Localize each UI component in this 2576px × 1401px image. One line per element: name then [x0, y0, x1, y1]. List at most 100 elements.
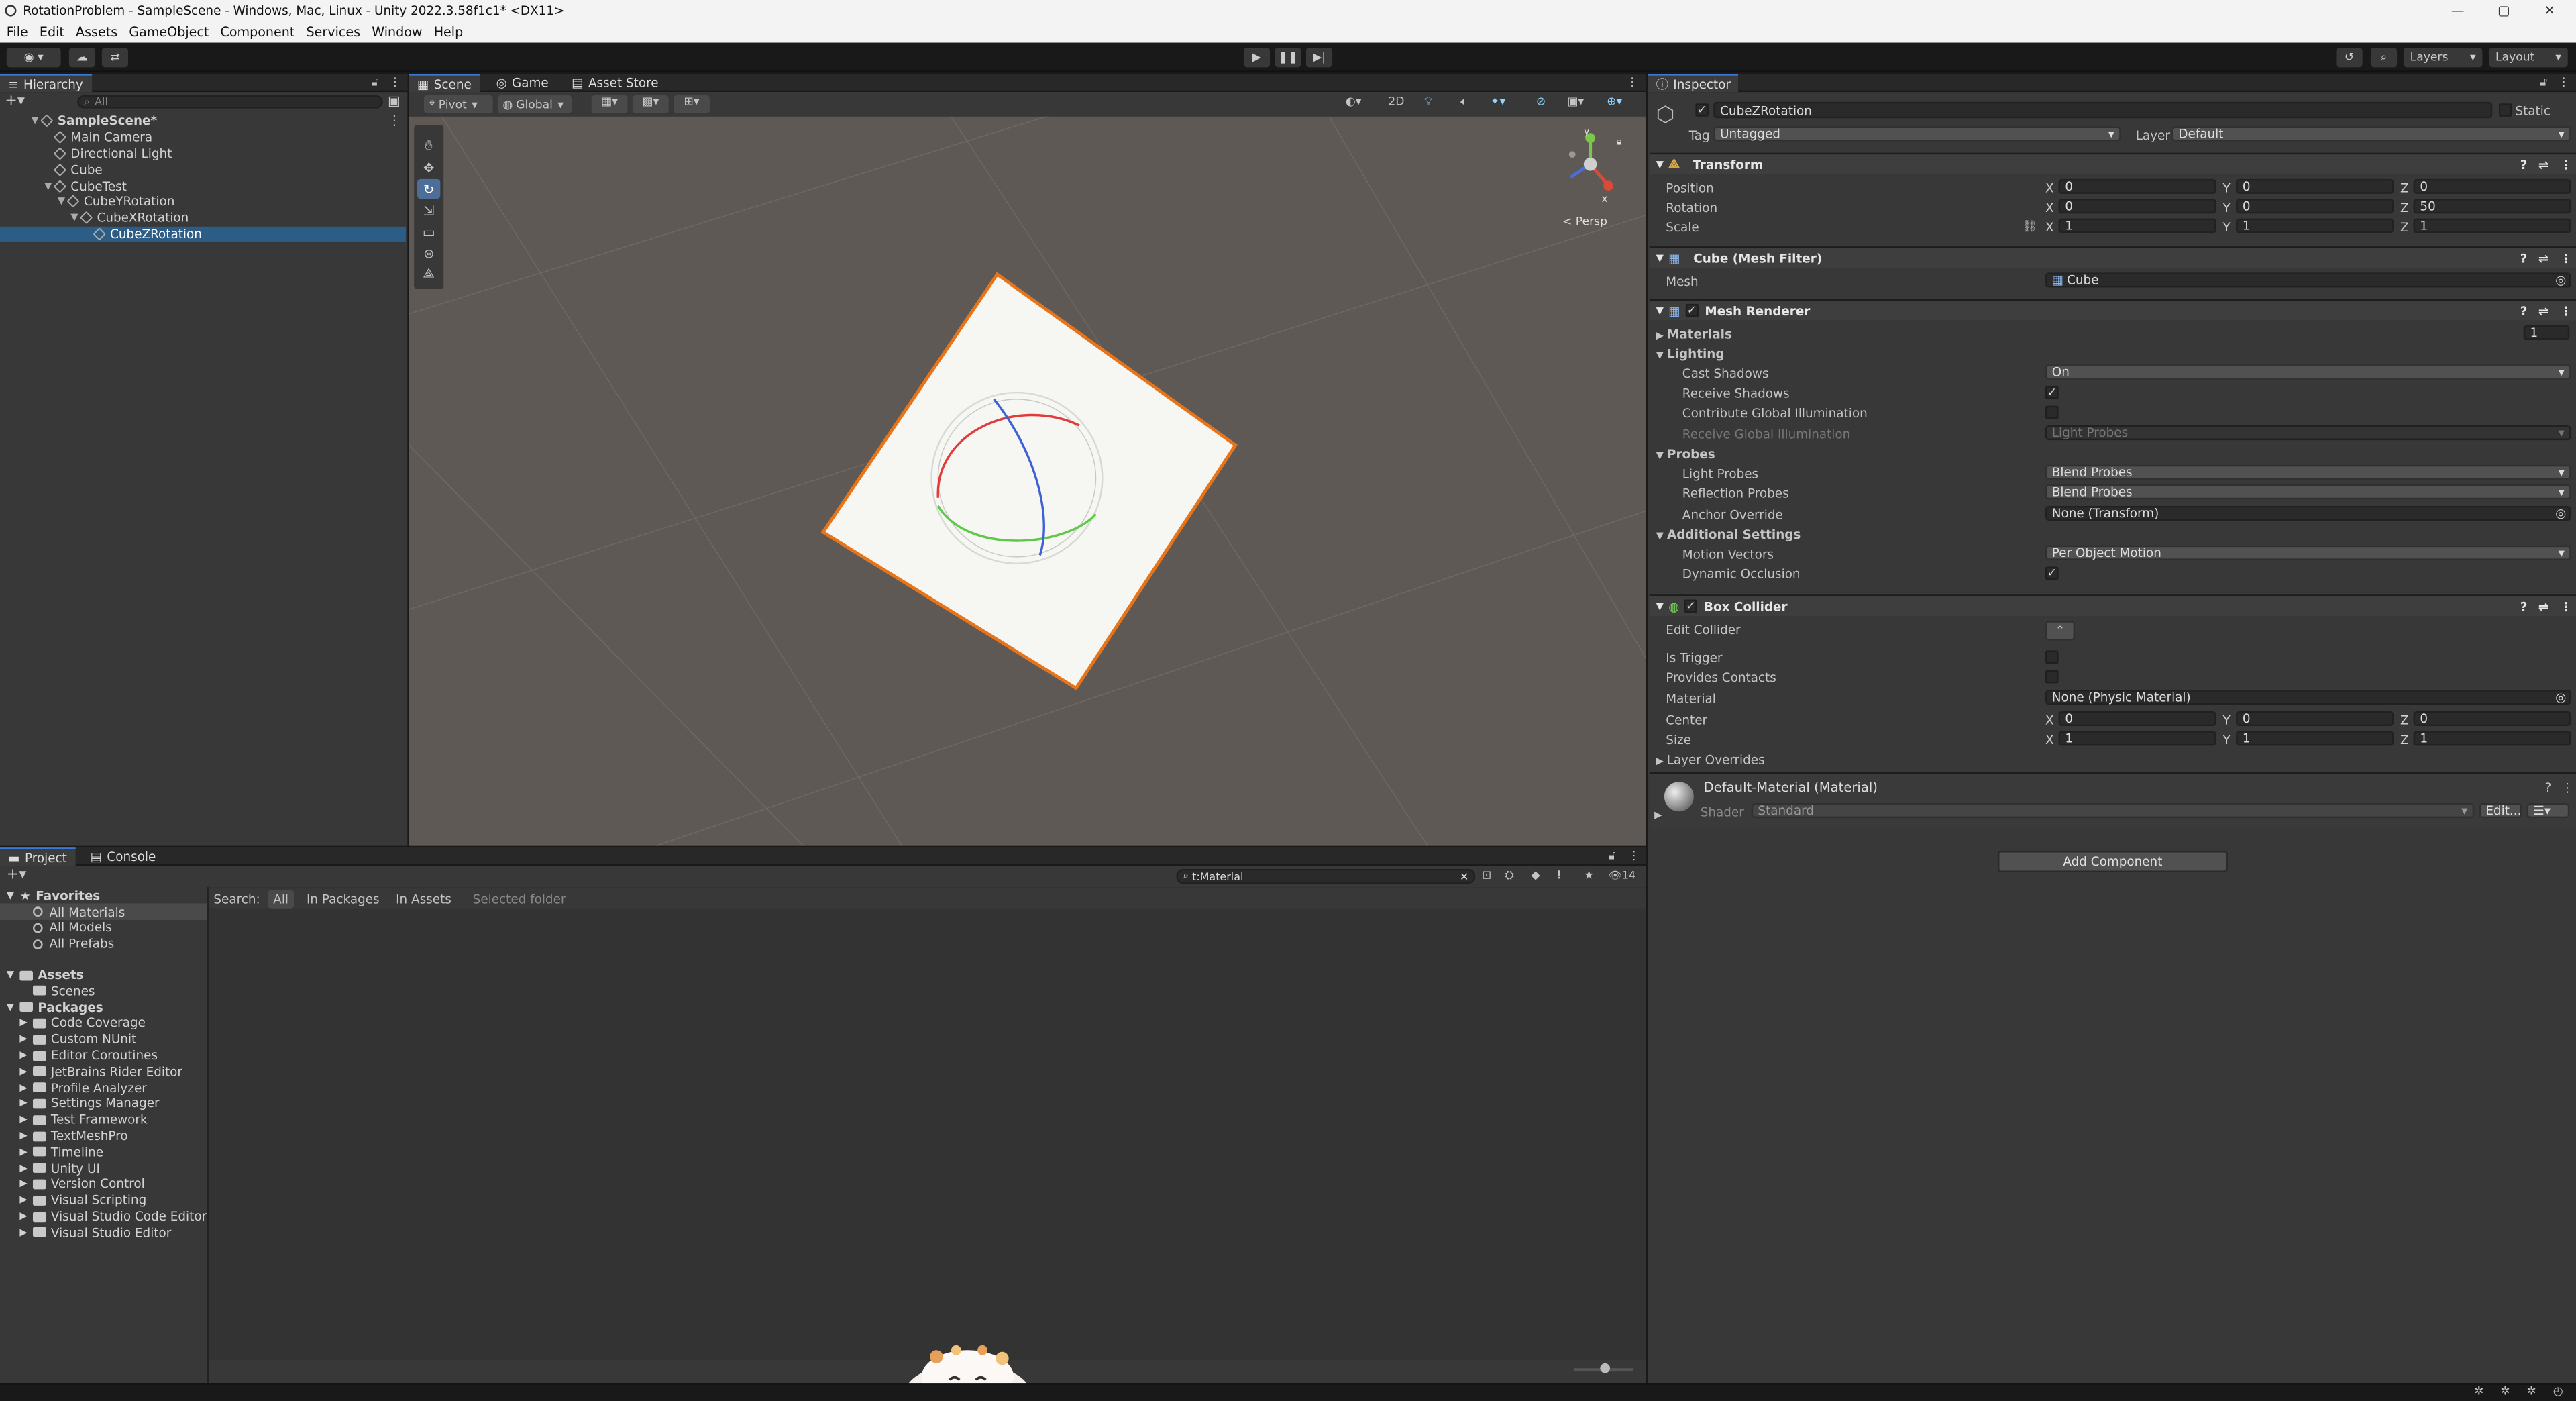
- favorite-item[interactable]: All Materials: [0, 904, 209, 921]
- mesh-field[interactable]: ▦ Cube ◎: [2045, 272, 2571, 288]
- ruler-button[interactable]: ⊞▾: [674, 95, 710, 113]
- close-button[interactable]: ✕: [2527, 0, 2573, 21]
- component-menu-icon[interactable]: ⋮: [2560, 303, 2572, 318]
- project-tree-section[interactable]: ▼ Assets: [0, 967, 209, 983]
- project-tree-section[interactable]: ▼ Packages: [0, 999, 209, 1015]
- rotation-y-input[interactable]: 0: [2236, 199, 2394, 214]
- fold-icon[interactable]: ▼: [32, 115, 42, 127]
- rotation-z-input[interactable]: 50: [2413, 199, 2571, 214]
- settings-icon[interactable]: ✲: [2527, 1385, 2536, 1398]
- receive-shadows-checkbox[interactable]: ✓: [2045, 386, 2059, 399]
- fold-icon[interactable]: ▶: [19, 1066, 33, 1077]
- fold-icon[interactable]: ▶: [19, 1162, 33, 1174]
- hierarchy-item[interactable]: ▼ SampleScene*: [0, 113, 406, 129]
- clear-search-icon[interactable]: ✕: [1460, 870, 1468, 883]
- more-menu-icon[interactable]: ⋮: [1627, 76, 1638, 89]
- motion-vectors-dropdown[interactable]: Per Object Motion ▾: [2045, 545, 2571, 560]
- size-x-input[interactable]: 1: [2058, 731, 2216, 746]
- package-item[interactable]: ▶ Custom NUnit: [0, 1031, 209, 1047]
- pause-button[interactable]: ❚❚: [1275, 47, 1301, 68]
- notification-icon[interactable]: ◴: [2553, 1385, 2563, 1398]
- fold-icon[interactable]: ▼: [7, 1002, 20, 1013]
- custom-tool-icon[interactable]: ⟁: [417, 264, 440, 284]
- mesh-renderer-header[interactable]: ▼ ▦ ✓ Mesh Renderer ? ⇌ ⋮: [1649, 299, 2576, 321]
- project-search-input[interactable]: ⌕ t:Material ✕: [1176, 868, 1476, 884]
- more-menu-icon[interactable]: ⋮: [1628, 849, 1640, 863]
- minimize-button[interactable]: —: [2434, 0, 2481, 21]
- object-picker-icon[interactable]: ◎: [2555, 506, 2566, 521]
- favorite-star-icon[interactable]: ★: [1584, 869, 1594, 882]
- scene-more-icon[interactable]: ⋮: [388, 113, 401, 128]
- menu-help[interactable]: Help: [434, 25, 464, 40]
- package-item[interactable]: ▶ Visual Studio Editor: [0, 1225, 209, 1241]
- size-z-input[interactable]: 1: [2413, 731, 2571, 746]
- projection-label[interactable]: < Persp: [1562, 215, 1607, 229]
- tab-hierarchy[interactable]: ≡ Hierarchy: [0, 74, 92, 93]
- scope-in-assets[interactable]: In Assets: [396, 891, 451, 906]
- fold-icon[interactable]: ▶: [19, 1210, 33, 1222]
- hierarchy-search-input[interactable]: ⌕ All: [77, 95, 383, 109]
- package-item[interactable]: ▶ Unity UI: [0, 1160, 209, 1176]
- menu-assets[interactable]: Assets: [76, 25, 117, 40]
- preset-icon[interactable]: ⇌: [2538, 303, 2548, 318]
- audio-toggle[interactable]: 🔈︎: [1460, 95, 1483, 113]
- active-checkbox[interactable]: ✓: [1695, 103, 1709, 117]
- position-y-input[interactable]: 0: [2236, 178, 2394, 194]
- object-picker-icon[interactable]: ◎: [2555, 272, 2566, 287]
- add-component-button[interactable]: Add Component: [1997, 851, 2228, 872]
- probes-foldout[interactable]: ▼ Probes: [1656, 447, 1715, 462]
- 2d-toggle[interactable]: 2D: [1388, 95, 1411, 113]
- icon-size-slider-handle[interactable]: [1600, 1363, 1611, 1373]
- box-collider-enabled-checkbox[interactable]: ✓: [1684, 599, 1698, 613]
- scale-y-input[interactable]: 1: [2236, 218, 2394, 234]
- cube-object[interactable]: [820, 268, 1247, 694]
- move-tool-icon[interactable]: ✥: [417, 158, 440, 177]
- undo-history-button[interactable]: ↺: [2336, 47, 2363, 68]
- search-by-type-icon[interactable]: ⊡: [1482, 869, 1491, 882]
- package-item[interactable]: ▶ Editor Coroutines: [0, 1047, 209, 1063]
- tab-inspector[interactable]: ⓘ Inspector: [1648, 74, 1739, 93]
- shader-dropdown[interactable]: Standard ▾: [1751, 803, 2475, 819]
- hierarchy-item[interactable]: ▼ CubeTest: [0, 178, 406, 194]
- layer-overrides-foldout[interactable]: ▶ Layer Overrides: [1656, 752, 1765, 767]
- fold-icon[interactable]: ▶: [19, 1082, 33, 1093]
- tab-game[interactable]: ◎ Game: [488, 74, 557, 92]
- scope-all[interactable]: All: [268, 889, 294, 908]
- preset-icon[interactable]: ⇌: [2538, 599, 2548, 613]
- tag-dropdown[interactable]: Untagged ▾: [1713, 126, 2121, 142]
- tab-asset-store[interactable]: ▤ Asset Store: [564, 74, 667, 92]
- scope-in-packages[interactable]: In Packages: [307, 891, 380, 906]
- help-icon[interactable]: ?: [2520, 157, 2528, 172]
- search-button[interactable]: ⌕: [2370, 47, 2398, 68]
- fold-icon[interactable]: ▼: [70, 212, 80, 223]
- component-menu-icon[interactable]: ⋮: [2560, 599, 2572, 613]
- lock-icon[interactable]: 🔓︎: [371, 76, 378, 91]
- hierarchy-item[interactable]: ▼ CubeXRotation: [0, 210, 406, 226]
- play-button[interactable]: ▶: [1243, 47, 1271, 68]
- mesh-renderer-enabled-checkbox[interactable]: ✓: [1684, 303, 1699, 317]
- menu-file[interactable]: File: [7, 25, 28, 40]
- package-item[interactable]: ▶ Test Framework: [0, 1112, 209, 1128]
- draw-mode-button[interactable]: ◐▾: [1346, 95, 1379, 113]
- reflection-probes-dropdown[interactable]: Blend Probes ▾: [2045, 484, 2571, 500]
- scale-x-input[interactable]: 1: [2058, 218, 2216, 234]
- contribute-gi-checkbox[interactable]: [2045, 405, 2059, 419]
- static-checkbox[interactable]: [2498, 103, 2512, 117]
- component-menu-icon[interactable]: ⋮: [2560, 157, 2572, 172]
- help-icon[interactable]: ?: [2520, 250, 2528, 265]
- account-button[interactable]: ◉ ▾: [6, 47, 61, 68]
- additional-settings-foldout[interactable]: ▼ Additional Settings: [1656, 527, 1801, 542]
- gizmos-button[interactable]: ⊕▾: [1607, 95, 1640, 113]
- fold-icon[interactable]: ▶: [19, 1227, 33, 1238]
- fold-icon[interactable]: ▼: [58, 196, 68, 207]
- package-item[interactable]: ▶ Profile Analyzer: [0, 1080, 209, 1096]
- global-dropdown[interactable]: ◍ Global ▾: [498, 95, 572, 113]
- favorite-item[interactable]: All Models: [0, 920, 209, 936]
- layout-dropdown[interactable]: Layout ▾: [2489, 47, 2568, 68]
- package-item[interactable]: ▶ TextMeshPro: [0, 1128, 209, 1144]
- menu-gameobject[interactable]: GameObject: [129, 25, 209, 40]
- step-button[interactable]: ▶|: [1305, 47, 1333, 68]
- more-menu-icon[interactable]: ⋮: [389, 76, 400, 89]
- position-z-input[interactable]: 0: [2413, 178, 2571, 194]
- snap-increment-button[interactable]: ▩▾: [632, 95, 669, 113]
